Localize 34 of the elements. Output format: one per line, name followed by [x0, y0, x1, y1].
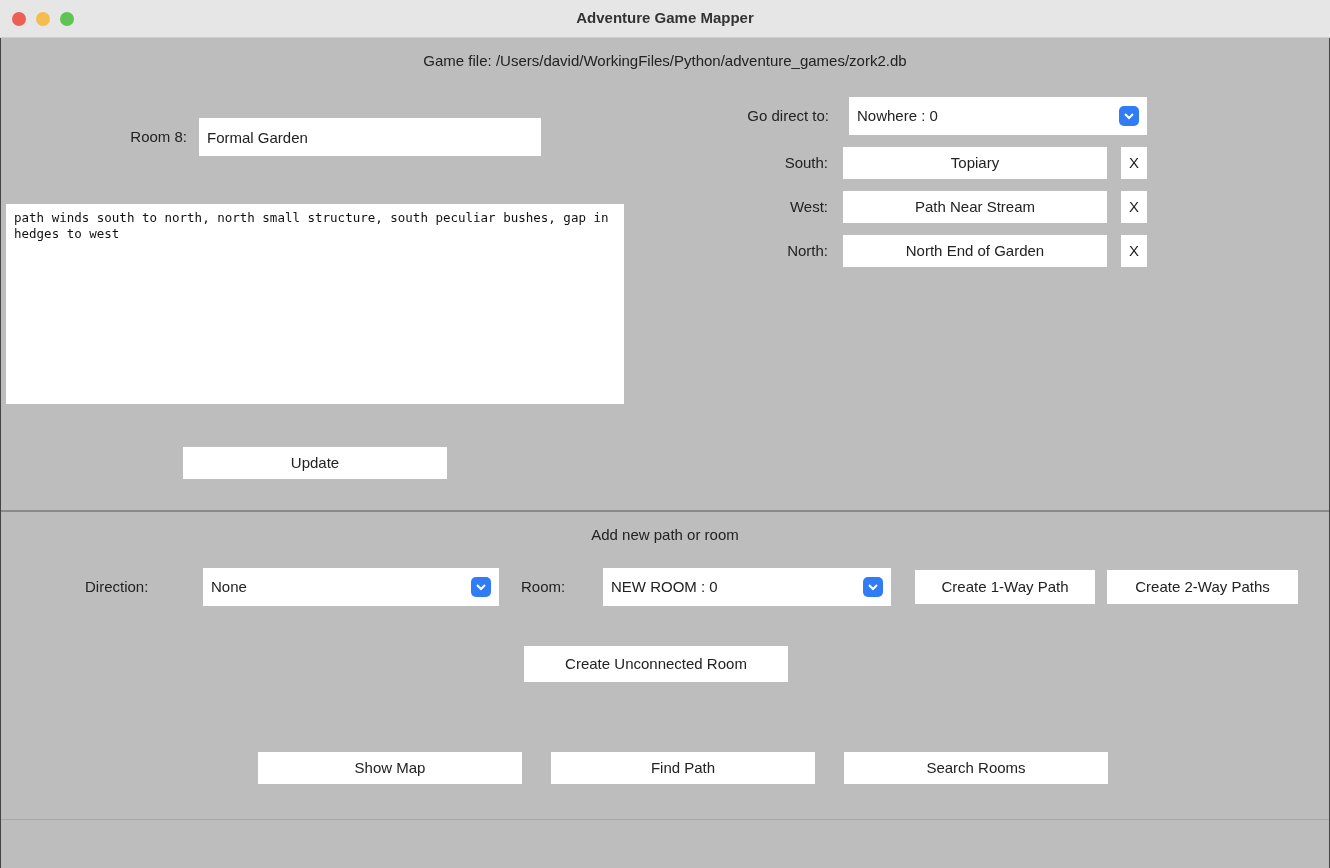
exit-direction-label: South:: [783, 152, 828, 173]
dropdown-chevron-icon: [1119, 106, 1139, 126]
action-button[interactable]: Show Map: [258, 752, 522, 784]
update-button[interactable]: Update: [183, 447, 447, 479]
go-direct-dropdown[interactable]: Nowhere : 0: [849, 97, 1147, 135]
minimize-window-icon[interactable]: [36, 11, 50, 26]
remove-exit-button[interactable]: X: [1121, 147, 1147, 179]
create-path-button[interactable]: Create 2-Way Paths: [1107, 570, 1298, 604]
go-direct-label: Go direct to:: [746, 105, 829, 126]
action-button[interactable]: Search Rooms: [844, 752, 1108, 784]
remove-exit-button[interactable]: X: [1121, 235, 1147, 267]
exit-room-button[interactable]: Topiary: [843, 147, 1107, 179]
remove-exit-button[interactable]: X: [1121, 191, 1147, 223]
exit-direction-label: West:: [788, 196, 828, 217]
create-path-button[interactable]: Create 1-Way Path: [915, 570, 1095, 604]
exit-room-button[interactable]: Path Near Stream: [843, 191, 1107, 223]
exit-direction-label: North:: [786, 240, 828, 261]
room-label: Room 8:: [129, 126, 188, 147]
maximize-window-icon[interactable]: [60, 11, 74, 26]
close-window-icon[interactable]: [12, 11, 26, 26]
description-text-area[interactable]: path winds south to north, north small structure, south peculiar bushes, gap in hedges to west: [6, 204, 624, 404]
room-name-field[interactable]: Formal Garden: [199, 118, 541, 156]
create-unconnected-room-button[interactable]: Create Unconnected Room: [524, 646, 788, 682]
game-file-path: Game file: /Users/david/WorkingFiles/Python/adventure_games/zork2.db: [423, 50, 907, 71]
action-button[interactable]: Find Path: [551, 752, 815, 784]
add-section-heading: Add new path or room: [591, 524, 739, 545]
exit-room-button[interactable]: North End of Garden: [843, 235, 1107, 267]
room-select-label: Room:: [521, 576, 567, 597]
dropdown-chevron-icon: [863, 577, 883, 597]
direction-label: Direction:: [85, 576, 150, 597]
room-dropdown[interactable]: NEW ROOM : 0: [603, 568, 891, 606]
window-title: Adventure Game Mapper: [576, 8, 754, 29]
direction-dropdown[interactable]: None: [203, 568, 499, 606]
dropdown-chevron-icon: [471, 577, 491, 597]
